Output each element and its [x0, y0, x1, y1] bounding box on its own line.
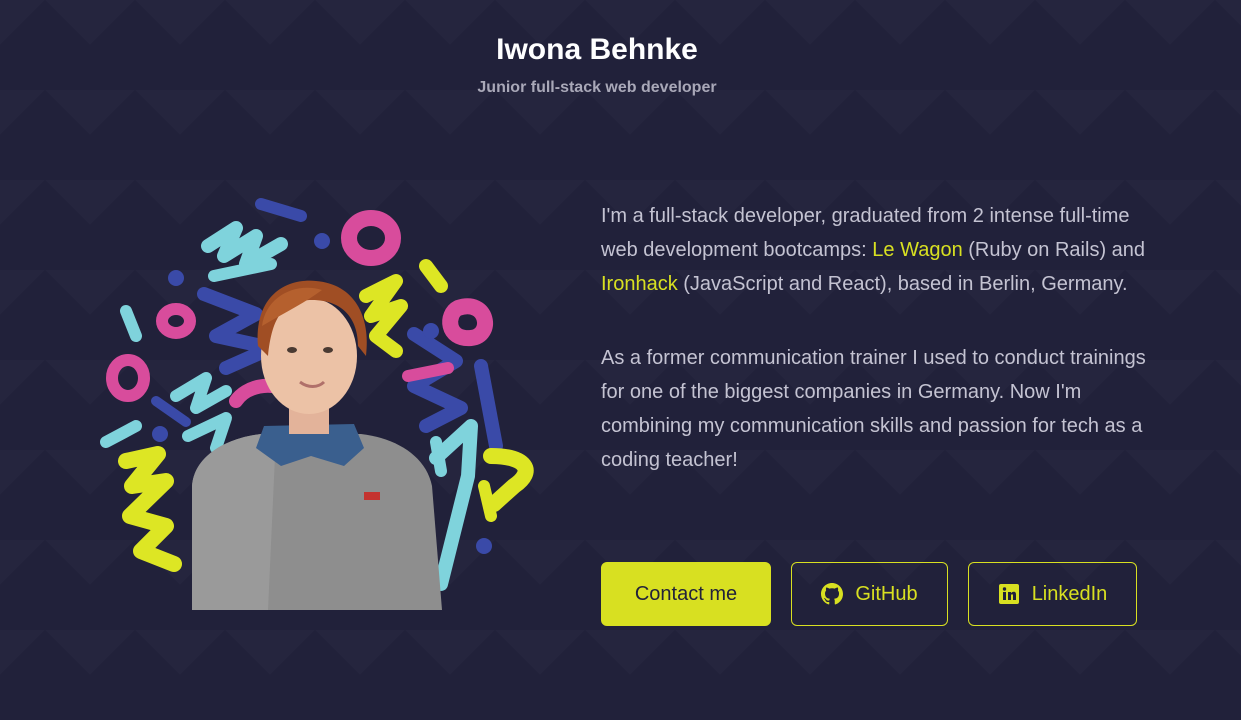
action-buttons: Contact me GitHub LinkedIn: [601, 562, 1137, 626]
github-label: GitHub: [855, 582, 918, 605]
about-paragraph-2: As a former communication trainer I used…: [601, 347, 1146, 471]
github-button[interactable]: GitHub: [791, 562, 948, 626]
contact-me-button[interactable]: Contact me: [601, 562, 771, 626]
page-subtitle: Junior full-stack web developer: [477, 79, 717, 96]
ironhack-link[interactable]: Ironhack: [601, 273, 678, 295]
linkedin-icon: [998, 583, 1020, 605]
about-section: I'm a full-stack developer, graduated fr…: [601, 199, 1161, 517]
contact-me-label: Contact me: [634, 582, 738, 605]
linkedin-label: LinkedIn: [1031, 582, 1108, 605]
about-text: (JavaScript and React), based in Berlin,…: [677, 273, 1128, 295]
profile-illustration: [96, 186, 542, 612]
linkedin-button[interactable]: LinkedIn: [968, 562, 1137, 626]
page-title: Iwona Behnke: [496, 33, 698, 66]
about-paragraph-1: I'm a full-stack developer, graduated fr…: [601, 199, 1161, 301]
github-icon: [821, 583, 844, 605]
page-header: Iwona Behnke Junior full-stack web devel…: [0, 30, 1194, 97]
le-wagon-link[interactable]: Le Wagon: [872, 239, 962, 261]
about-text: (Ruby on Rails) and: [962, 239, 1146, 261]
profile-photo-with-doodles: [100, 198, 534, 610]
